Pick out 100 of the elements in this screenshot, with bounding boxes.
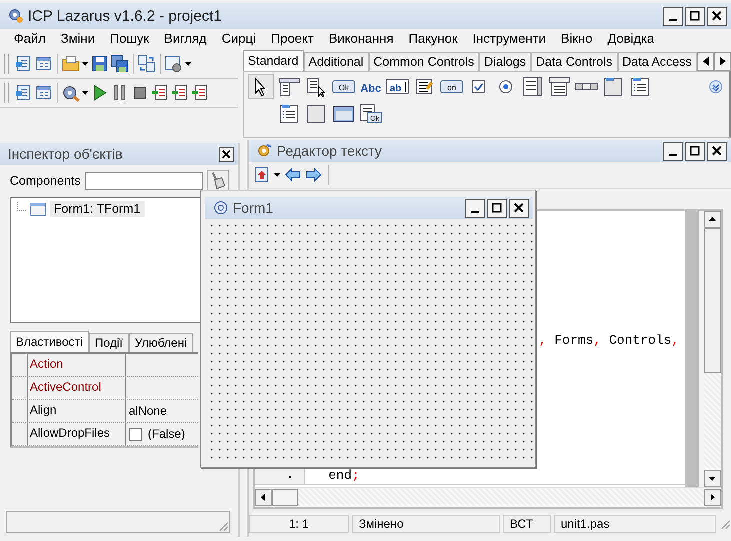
frame-icon <box>332 104 356 124</box>
scroll-right-button[interactable] <box>714 52 731 71</box>
close-button[interactable] <box>707 142 727 160</box>
close-icon <box>712 146 722 156</box>
palette-tab[interactable]: Data Access <box>618 52 697 71</box>
close-icon <box>514 203 524 213</box>
minimize-button[interactable] <box>465 198 485 218</box>
new-unit-icon <box>15 55 33 73</box>
unit-list-button[interactable] <box>15 84 33 102</box>
toggle-button[interactable] <box>138 55 156 73</box>
minimize-icon <box>669 19 677 21</box>
close-button[interactable] <box>509 198 529 218</box>
save-all-icon <box>111 55 129 73</box>
menu-item[interactable]: Пакунок <box>402 31 467 46</box>
right-arrow-icon <box>306 168 322 182</box>
new-form-icon <box>35 55 53 73</box>
property-value: alNone <box>129 404 168 418</box>
new-form-button[interactable] <box>35 55 53 73</box>
bookmark-button[interactable] <box>253 166 271 184</box>
scroll-left-button[interactable] <box>697 52 714 71</box>
property-name: AllowDropFiles <box>28 423 126 445</box>
scroll-thumb[interactable] <box>272 489 298 506</box>
caret-icon[interactable] <box>274 173 281 177</box>
status-field: unit1.pas <box>554 515 716 533</box>
vertical-scrollbar[interactable] <box>685 211 721 487</box>
minimize-button[interactable] <box>663 142 683 160</box>
minimize-icon <box>669 154 677 156</box>
popup-icon <box>304 76 329 96</box>
caret-icon[interactable] <box>82 62 89 66</box>
palette-tab[interactable]: Common Controls <box>368 52 480 71</box>
caret-icon[interactable] <box>82 91 89 95</box>
status-field: 1: 1 <box>249 515 349 533</box>
step-out-button[interactable] <box>191 84 209 102</box>
palette-tab[interactable]: Dialogs <box>479 52 532 71</box>
filter-field[interactable] <box>84 172 203 190</box>
property-value: (False) <box>148 427 186 441</box>
form-icon <box>30 202 46 216</box>
status-field: ВСТ <box>503 515 551 533</box>
close-icon <box>222 150 231 158</box>
close-button[interactable] <box>707 6 727 26</box>
left-arrow-icon <box>285 168 301 182</box>
menu-item[interactable]: Файл <box>8 31 55 46</box>
step-over-icon <box>171 84 189 102</box>
menu-item[interactable]: Пошук <box>104 31 158 46</box>
maximize-icon <box>690 11 700 21</box>
maximize-icon <box>690 146 700 156</box>
scroll-thumb[interactable] <box>704 228 721 373</box>
maximize-button[interactable] <box>685 142 705 160</box>
menu-item[interactable]: Зміни <box>54 31 104 46</box>
back-button[interactable] <box>284 167 302 183</box>
menu-item[interactable]: Проект <box>265 31 323 46</box>
resize-grip-icon <box>217 520 229 532</box>
forward-button[interactable] <box>305 167 323 183</box>
clear-filter-button[interactable] <box>206 170 229 192</box>
menu-item[interactable]: Інструменти <box>466 31 556 46</box>
options-icon <box>165 55 183 73</box>
menu-item[interactable]: Вікно <box>555 31 602 46</box>
tree-item[interactable]: Form1: TForm1 <box>50 201 145 217</box>
save-all-button[interactable] <box>111 55 129 73</box>
inspector-tab[interactable]: Улюблені <box>129 333 194 352</box>
inspector-tab[interactable]: Властивості <box>10 331 89 352</box>
horizontal-scrollbar[interactable] <box>255 487 721 507</box>
save-icon <box>91 55 109 73</box>
options-button[interactable] <box>165 55 183 73</box>
form-list-button[interactable] <box>35 84 53 102</box>
status-field: Змінено <box>352 515 500 533</box>
step-into-icon <box>151 84 169 102</box>
save-button[interactable] <box>91 55 109 73</box>
window-title: Редактор тексту <box>277 143 382 159</box>
menu-item[interactable]: Виконання <box>322 31 403 46</box>
menu-item[interactable]: Довідка <box>602 31 664 46</box>
new-unit-button[interactable] <box>15 55 33 73</box>
menu-item[interactable]: Вигляд <box>158 31 216 46</box>
menu-item[interactable]: Сирці <box>216 31 266 46</box>
unit-list-icon <box>15 84 33 102</box>
palette-tab[interactable]: Standard <box>243 50 304 71</box>
property-name: Align <box>28 400 126 422</box>
pointer-component-button[interactable] <box>248 74 274 99</box>
caret-icon[interactable] <box>185 62 192 66</box>
left-arrow-icon <box>702 57 708 66</box>
checkbox[interactable] <box>129 428 142 440</box>
step-into-button[interactable] <box>151 84 169 102</box>
property-name: ActiveControl <box>28 377 126 399</box>
gutter-mark: . <box>288 466 292 483</box>
combobox-icon <box>548 76 572 96</box>
right-arrow-icon <box>720 57 726 66</box>
step-over-button[interactable] <box>171 84 189 102</box>
menu-icon <box>278 76 302 96</box>
palette-tab[interactable]: Data Controls <box>531 52 618 71</box>
maximize-button[interactable] <box>685 6 705 26</box>
window-title: Form1 <box>233 200 274 216</box>
minimize-button[interactable] <box>663 6 683 26</box>
inspector-tab[interactable]: Події <box>88 333 130 352</box>
maximize-button[interactable] <box>487 198 507 218</box>
palette-tab[interactable]: Additional <box>304 52 369 71</box>
close-button[interactable] <box>219 146 234 162</box>
filter-label: Components <box>10 174 81 188</box>
step-out-icon <box>191 84 209 102</box>
window-title: Інспектор об'єктів <box>8 146 123 162</box>
minimize-icon <box>471 211 479 213</box>
